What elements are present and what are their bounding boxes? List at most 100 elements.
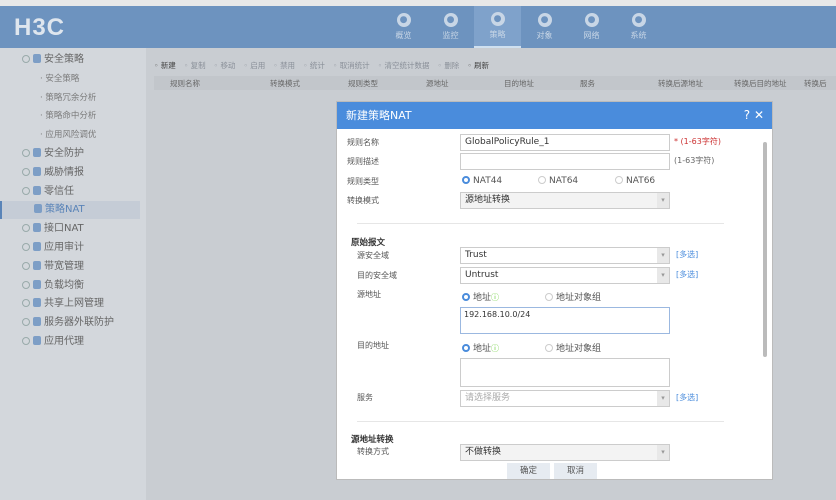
service-multi-link[interactable]: [多选] <box>676 392 698 403</box>
rule-name-label: 规则名称 <box>347 138 379 147</box>
column-header[interactable]: 转换后目的地址 <box>734 78 787 89</box>
section-src-nat: 源地址转换 <box>351 435 394 445</box>
expand-icon <box>22 261 30 270</box>
column-header[interactable]: 规则类型 <box>348 78 378 89</box>
cancel-button[interactable]: 取消 <box>554 463 597 479</box>
nat-method-label: 转换方式 <box>357 447 389 456</box>
nav-5[interactable]: ● 系统 <box>615 6 662 48</box>
expand-icon <box>22 167 30 176</box>
expand-icon <box>22 186 30 195</box>
expand-icon <box>22 55 30 63</box>
column-header[interactable]: 规则名称 <box>170 78 200 89</box>
column-header[interactable]: 服务 <box>580 78 595 89</box>
scrollbar[interactable] <box>763 142 767 357</box>
radio-nat66[interactable]: NAT66 <box>615 176 655 186</box>
radio-nat44[interactable]: NAT44 <box>462 176 502 186</box>
nav-1[interactable]: ● 监控 <box>427 6 474 48</box>
service-select[interactable]: 请选择服务 ▾ <box>460 390 670 407</box>
nat-method-select[interactable]: 不做转换 ▾ <box>460 444 670 461</box>
column-header[interactable]: 目的地址 <box>504 78 534 89</box>
sidebar-subitem[interactable]: · 策略命中分析 <box>0 107 140 125</box>
expand-icon <box>22 337 30 345</box>
dst-zone-multi-link[interactable]: [多选] <box>676 269 698 280</box>
toolbar-button[interactable]: ◦ 新建 <box>154 60 176 71</box>
chevron-down-icon: ▾ <box>657 248 669 263</box>
radio-nat64[interactable]: NAT64 <box>538 176 578 186</box>
sidebar-item[interactable]: 应用代理 <box>0 333 140 351</box>
nav-4[interactable]: ● 网络 <box>568 6 615 48</box>
dst-addr-label: 目的地址 <box>357 341 389 350</box>
sidebar-item[interactable]: 安全防护 <box>0 145 140 163</box>
src-radio-address[interactable]: 地址ⓘ <box>462 290 499 303</box>
toolbar-button[interactable]: ◦ 清空统计数据 <box>378 60 430 71</box>
nav-2[interactable]: ● 策略 <box>474 6 521 48</box>
new-policy-nat-dialog: 新建策略NAT ? ✕ 规则名称 GlobalPolicyRule_1 * (1… <box>336 101 773 480</box>
sidebar-item[interactable]: 带宽管理 <box>0 258 140 276</box>
src-addr-textarea[interactable]: 192.168.10.0/24 <box>460 307 670 334</box>
toolbar-button[interactable]: ◦ 禁用 <box>273 60 295 71</box>
src-addr-label: 源地址 <box>357 290 381 299</box>
menu-icon <box>33 242 41 251</box>
sidebar-item[interactable]: 服务器外联防护 <box>0 314 140 332</box>
rule-desc-hint: (1-63字符) <box>674 156 715 165</box>
dst-radio-address-group[interactable]: 地址对象组 <box>545 341 601 354</box>
menu-icon <box>33 336 41 345</box>
close-icon[interactable]: ✕ <box>754 108 764 122</box>
sidebar-item[interactable]: 负载均衡 <box>0 277 140 295</box>
service-label: 服务 <box>357 393 373 402</box>
sidebar-item[interactable]: 零信任 <box>0 183 140 201</box>
menu-icon <box>33 317 41 327</box>
share-icon: ● <box>537 13 552 27</box>
help-icon[interactable]: ? <box>744 108 750 122</box>
expand-icon <box>22 280 30 289</box>
sidebar-item[interactable]: 威胁情报 <box>0 164 140 182</box>
menu-icon <box>33 298 41 308</box>
sidebar-item[interactable]: 共享上网管理 <box>0 295 140 313</box>
column-header[interactable]: 源地址 <box>426 78 449 89</box>
mode-label: 转换模式 <box>347 196 379 205</box>
rule-name-hint: * (1-63字符) <box>674 137 721 146</box>
sidebar-subitem[interactable]: · 安全策略 <box>0 70 140 88</box>
dst-addr-textarea[interactable] <box>460 358 670 387</box>
column-header[interactable]: 转换模式 <box>270 78 300 89</box>
menu-icon <box>33 148 41 157</box>
chevron-down-icon: ▾ <box>657 268 669 283</box>
menu-icon <box>33 166 41 176</box>
header: H3C ● 概览 ● 监控 ● 策略 ● 对象 ● 网络 ● 系统 <box>0 6 836 48</box>
chevron-down-icon: ▾ <box>657 391 669 406</box>
help-icon: ⓘ <box>491 344 500 353</box>
dialog-title: 新建策略NAT <box>346 109 412 122</box>
dashboard-icon: ● <box>396 13 411 27</box>
sidebar-item[interactable]: 应用审计 <box>0 239 140 257</box>
section-original-packet: 原始报文 <box>351 238 386 248</box>
column-header[interactable]: 转换后源地址 <box>658 78 703 89</box>
rule-name-input[interactable]: GlobalPolicyRule_1 <box>460 134 670 151</box>
toolbar-button[interactable]: ◦ 刷新 <box>467 60 489 71</box>
menu-icon <box>33 223 41 233</box>
ok-button[interactable]: 确定 <box>507 463 550 479</box>
nav-0[interactable]: ● 概览 <box>380 6 427 48</box>
sidebar-item[interactable]: 接口NAT <box>0 220 140 238</box>
sidebar-subitem[interactable]: · 应用风险调优 <box>0 126 140 144</box>
toolbar-button[interactable]: ◦ 统计 <box>303 60 325 71</box>
toolbar-button[interactable]: ◦ 删除 <box>438 60 460 71</box>
rule-desc-input[interactable] <box>460 153 670 170</box>
shield-icon: ● <box>490 12 505 26</box>
sidebar-item[interactable]: 安全策略 <box>0 51 140 69</box>
src-radio-address-group[interactable]: 地址对象组 <box>545 290 601 303</box>
dst-zone-select[interactable]: Untrust ▾ <box>460 267 670 284</box>
mode-select[interactable]: 源地址转换 ▾ <box>460 192 670 209</box>
nav-3[interactable]: ● 对象 <box>521 6 568 48</box>
chevron-down-icon: ▾ <box>657 193 669 208</box>
dst-radio-address[interactable]: 地址ⓘ <box>462 341 499 354</box>
toolbar-button[interactable]: ◦ 取消统计 <box>333 60 370 71</box>
logo: H3C <box>14 14 66 41</box>
sidebar-item-policy-nat[interactable]: 策略NAT <box>0 201 140 220</box>
sidebar-subitem[interactable]: · 策略冗余分析 <box>0 89 140 107</box>
src-zone-multi-link[interactable]: [多选] <box>676 249 698 260</box>
src-zone-select[interactable]: Trust ▾ <box>460 247 670 264</box>
column-header[interactable]: 转换后 <box>804 78 827 89</box>
toolbar-button[interactable]: ◦ 移动 <box>214 60 236 71</box>
toolbar-button[interactable]: ◦ 复制 <box>184 60 206 71</box>
toolbar-button[interactable]: ◦ 启用 <box>243 60 265 71</box>
